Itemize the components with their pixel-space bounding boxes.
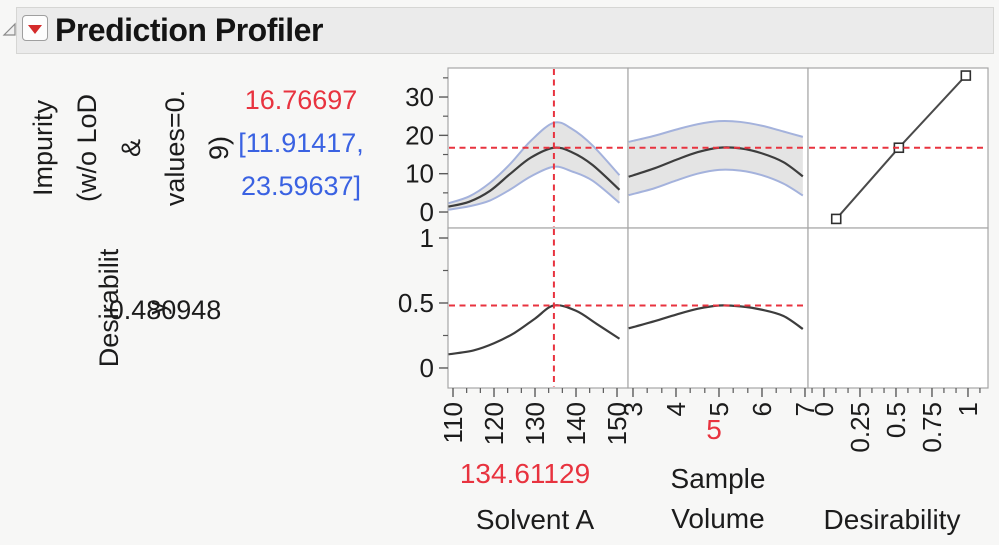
red-triangle-menu-button[interactable] <box>22 15 48 41</box>
confidence-interval-high: 23.59637] <box>191 165 411 208</box>
y-tick-label: 0 <box>420 353 434 383</box>
x-tick-label: 120 <box>479 402 509 445</box>
x-tick-label: 0 <box>809 402 839 416</box>
y-tick-label: 0.5 <box>398 288 434 318</box>
prediction-profiler-header: Prediction Profiler <box>16 7 994 54</box>
factor-name-desirability: Desirability <box>792 500 992 540</box>
confidence-interval-low: [11.91417, <box>191 122 411 165</box>
x-tick-label: 0.5 <box>881 402 911 438</box>
prediction-profiler-panel: 010203000.511101201301401503456700.250.5… <box>0 0 999 545</box>
x-tick-label: 1 <box>953 402 983 416</box>
predicted-value: 16.76697 <box>191 79 411 122</box>
x-tick-label: 0.75 <box>917 402 947 453</box>
plot-cell-r1c1 <box>628 228 808 388</box>
factor-current-sample-volume[interactable]: 5 <box>624 414 804 446</box>
x-tick-label: 0.25 <box>845 402 875 453</box>
factor-name-sample-volume: Sample Volume <box>628 459 808 539</box>
factor-current-solvent-a[interactable]: 134.61129 <box>425 458 625 490</box>
factor-name-solvent-a: Solvent A <box>435 500 635 540</box>
plot-cell-r1c2 <box>808 228 988 388</box>
desirability-marker <box>832 214 841 223</box>
x-tick-label: 130 <box>520 402 550 445</box>
page-title: Prediction Profiler <box>55 12 323 49</box>
desirability-value: 0.480948 <box>55 289 275 332</box>
x-tick-label: 140 <box>561 402 591 445</box>
predicted-value-block: 16.76697 [11.91417, 23.59637] <box>191 79 411 208</box>
desirability-marker <box>961 71 970 80</box>
plot-cell-r1c0 <box>448 228 628 388</box>
x-tick-label: 110 <box>438 402 468 443</box>
red-triangle-icon <box>28 25 42 34</box>
y-tick-label: 1 <box>420 223 434 253</box>
